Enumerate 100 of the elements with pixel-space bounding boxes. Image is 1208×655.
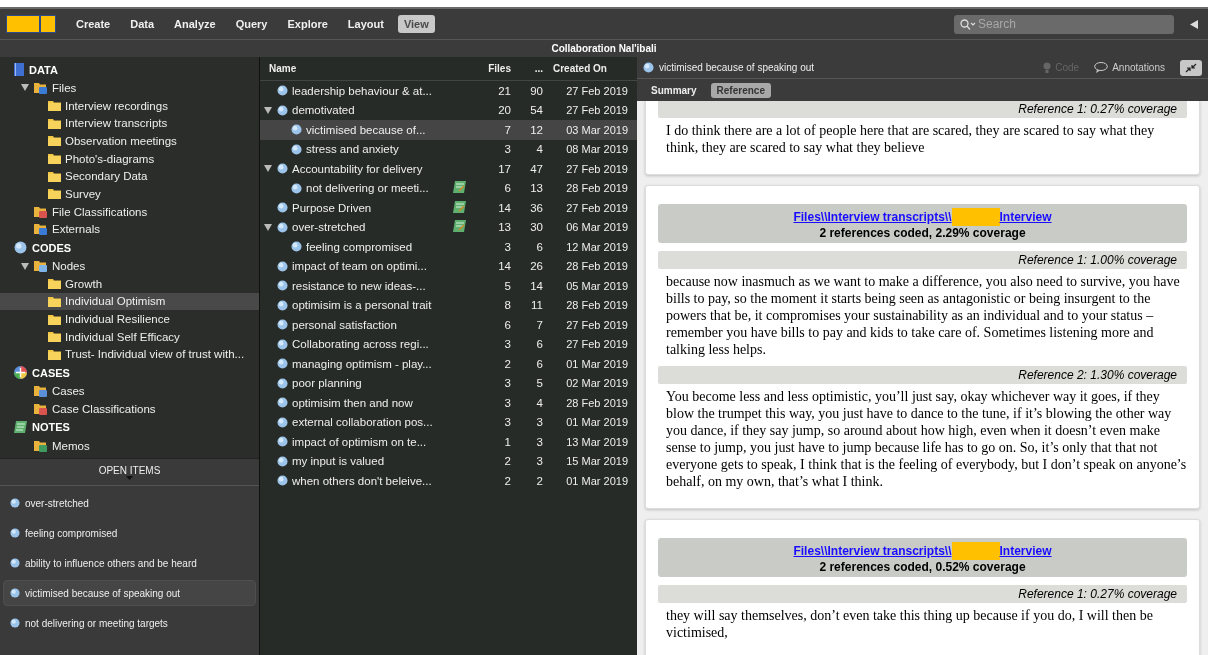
tree-item[interactable]: Secondary Data xyxy=(0,167,259,186)
open-item[interactable]: not delivering or meeting targets xyxy=(3,610,256,637)
tree-item[interactable]: Case Classifications xyxy=(0,400,259,418)
tree-item[interactable]: Files xyxy=(0,79,259,97)
column-header[interactable]: Name xyxy=(263,63,453,74)
ribbon-tab[interactable]: Data xyxy=(124,15,161,33)
table-row[interactable]: managing optimism - play... 2 6 01 Mar 2019 xyxy=(260,354,637,374)
node-icon xyxy=(10,588,20,599)
table-row[interactable]: Accountability for delivery 17 47 27 Feb 2019 xyxy=(260,159,637,179)
annotations-button[interactable]: Annotations xyxy=(1094,62,1165,73)
node-name: stress and anxiety xyxy=(306,143,399,156)
column-header[interactable]: Files xyxy=(473,63,515,74)
table-row[interactable]: optimisim then and now 3 4 28 Feb 2019 xyxy=(260,393,637,413)
files-count: 3 xyxy=(503,416,512,429)
node-name: leadership behaviour & at... xyxy=(292,84,432,97)
document-link[interactable]: Files\\Interview transcripts\\ xyxy=(793,210,952,224)
references-count: 2 xyxy=(535,474,544,487)
tree-item[interactable]: Observation meetings xyxy=(0,132,259,150)
tree-item[interactable]: Survey xyxy=(0,185,259,203)
tree-item[interactable]: Interview transcripts xyxy=(0,114,259,133)
ribbon-tab[interactable]: Analyze xyxy=(168,15,222,33)
ribbon-tab[interactable]: View xyxy=(397,15,435,33)
node-name: optimisim is a personal trait xyxy=(292,299,432,312)
table-row[interactable]: Collaborating across regi... 3 6 27 Feb 2019 xyxy=(260,334,637,354)
files-count: 14 xyxy=(497,201,512,214)
collapse-button[interactable] xyxy=(1180,59,1202,76)
files-count: 2 xyxy=(503,455,512,468)
tree-item[interactable]: Individual Optimism xyxy=(0,292,259,311)
table-row[interactable]: victimised because of... 7 12 03 Mar 2019 xyxy=(260,120,637,140)
panel-tab[interactable]: Reference xyxy=(710,82,771,98)
redaction-mark xyxy=(951,208,1000,226)
node-name: feeling compromised xyxy=(306,240,413,253)
column-header[interactable]: Created On xyxy=(547,63,631,74)
ribbon-tab[interactable]: Layout xyxy=(341,15,390,33)
files-count: 3 xyxy=(503,143,512,156)
table-row[interactable]: stress and anxiety 3 4 08 Mar 2019 xyxy=(260,139,637,159)
tree-item[interactable]: Trust- Individual view of trust with... xyxy=(0,345,259,364)
table-row[interactable]: when others don't beleive... 2 2 01 Mar 2019 xyxy=(260,471,637,491)
tree-item[interactable]: Interview recordings xyxy=(0,96,259,115)
open-item[interactable]: over-stretched xyxy=(3,490,256,517)
node-icon xyxy=(291,182,302,194)
table-row[interactable]: resistance to new ideas-... 5 14 05 Mar 2019 xyxy=(260,276,637,296)
expanded-triangle-icon[interactable] xyxy=(264,165,272,173)
node-icon xyxy=(277,338,288,350)
folder-icon xyxy=(48,331,61,343)
node-name: victimised because of... xyxy=(306,123,426,136)
created-date: 12 Mar 2019 xyxy=(565,240,629,253)
folder-icon xyxy=(48,135,61,147)
document-link[interactable]: Interview xyxy=(999,210,1052,224)
open-item[interactable]: feeling compromised xyxy=(3,520,256,547)
files-count: 21 xyxy=(497,84,512,97)
tree-item[interactable]: Memos xyxy=(0,436,259,455)
table-row[interactable]: Purpose Driven 14 36 27 Feb 2019 xyxy=(260,198,637,218)
open-item[interactable]: ability to influence others and be heard xyxy=(3,550,256,577)
table-row[interactable]: impact of optimism on te... 1 3 13 Mar 2019 xyxy=(260,432,637,452)
table-row[interactable]: impact of team on optimi... 14 26 28 Feb 2019 xyxy=(260,256,637,276)
tree-item[interactable]: Growth xyxy=(0,274,259,293)
created-date: 28 Feb 2019 xyxy=(565,260,629,273)
node-name: Accountability for delivery xyxy=(292,162,423,175)
search-field[interactable]: Search xyxy=(954,14,1174,34)
table-row[interactable]: external collaboration pos... 3 3 01 Mar 2019 xyxy=(260,412,637,432)
references-count: 3 xyxy=(535,435,544,448)
table-row[interactable]: demotivated 20 54 27 Feb 2019 xyxy=(260,100,637,120)
created-date: 28 Feb 2019 xyxy=(565,182,629,195)
files-count: 1 xyxy=(503,435,512,448)
tree-item[interactable]: File Classifications xyxy=(0,202,259,221)
table-row[interactable]: feeling compromised 3 6 12 Mar 2019 xyxy=(260,237,637,257)
folder-icon xyxy=(34,402,48,415)
cases-icon xyxy=(14,366,27,380)
references-count: 4 xyxy=(535,396,544,409)
table-row[interactable]: my input is valued 2 3 15 Mar 2019 xyxy=(260,451,637,471)
document-link[interactable]: Interview xyxy=(999,544,1052,558)
panel-tab[interactable]: Summary xyxy=(645,82,703,98)
book-icon xyxy=(14,63,24,76)
table-row[interactable]: personal satisfaction 6 7 27 Feb 2019 xyxy=(260,315,637,335)
ribbon-tab[interactable]: Query xyxy=(229,15,274,33)
coverage-summary: 2 references coded, 2.29% coverage xyxy=(819,226,1026,240)
ribbon-tab[interactable]: Explore xyxy=(281,15,334,33)
table-row[interactable]: leadership behaviour & at... 21 90 27 Feb 2019 xyxy=(260,81,637,101)
tree-item[interactable]: Individual Self Efficacy xyxy=(0,327,259,346)
table-row[interactable]: over-stretched 13 30 06 Mar 2019 xyxy=(260,217,637,237)
document-link[interactable]: Files\\Interview transcripts\\ xyxy=(793,544,952,558)
tree-item[interactable]: Nodes xyxy=(0,257,259,275)
expanded-triangle-icon[interactable] xyxy=(21,84,29,92)
expanded-triangle-icon[interactable] xyxy=(264,106,272,114)
references-count: 47 xyxy=(529,162,544,175)
collapse-arrow-icon[interactable] xyxy=(1190,19,1198,29)
tree-item[interactable]: Cases xyxy=(0,382,259,400)
ribbon-tab[interactable]: Create xyxy=(70,15,117,33)
tree-item[interactable]: Externals xyxy=(0,220,259,239)
open-item[interactable]: victimised because of speaking out xyxy=(3,580,256,607)
column-header[interactable]: ... xyxy=(515,63,547,74)
table-row[interactable]: poor planning 3 5 02 Mar 2019 xyxy=(260,373,637,393)
table-row[interactable]: optimisim is a personal trait 8 11 28 Feb 2019 xyxy=(260,295,637,315)
tree-item[interactable]: Individual Resilience xyxy=(0,310,259,328)
table-row[interactable]: not delivering or meeti... 6 13 28 Feb 2019 xyxy=(260,178,637,198)
expanded-triangle-icon[interactable] xyxy=(264,223,272,231)
collapse-icon xyxy=(1185,62,1197,73)
expanded-triangle-icon[interactable] xyxy=(21,262,29,270)
tree-item[interactable]: Photo's-diagrams xyxy=(0,149,259,168)
